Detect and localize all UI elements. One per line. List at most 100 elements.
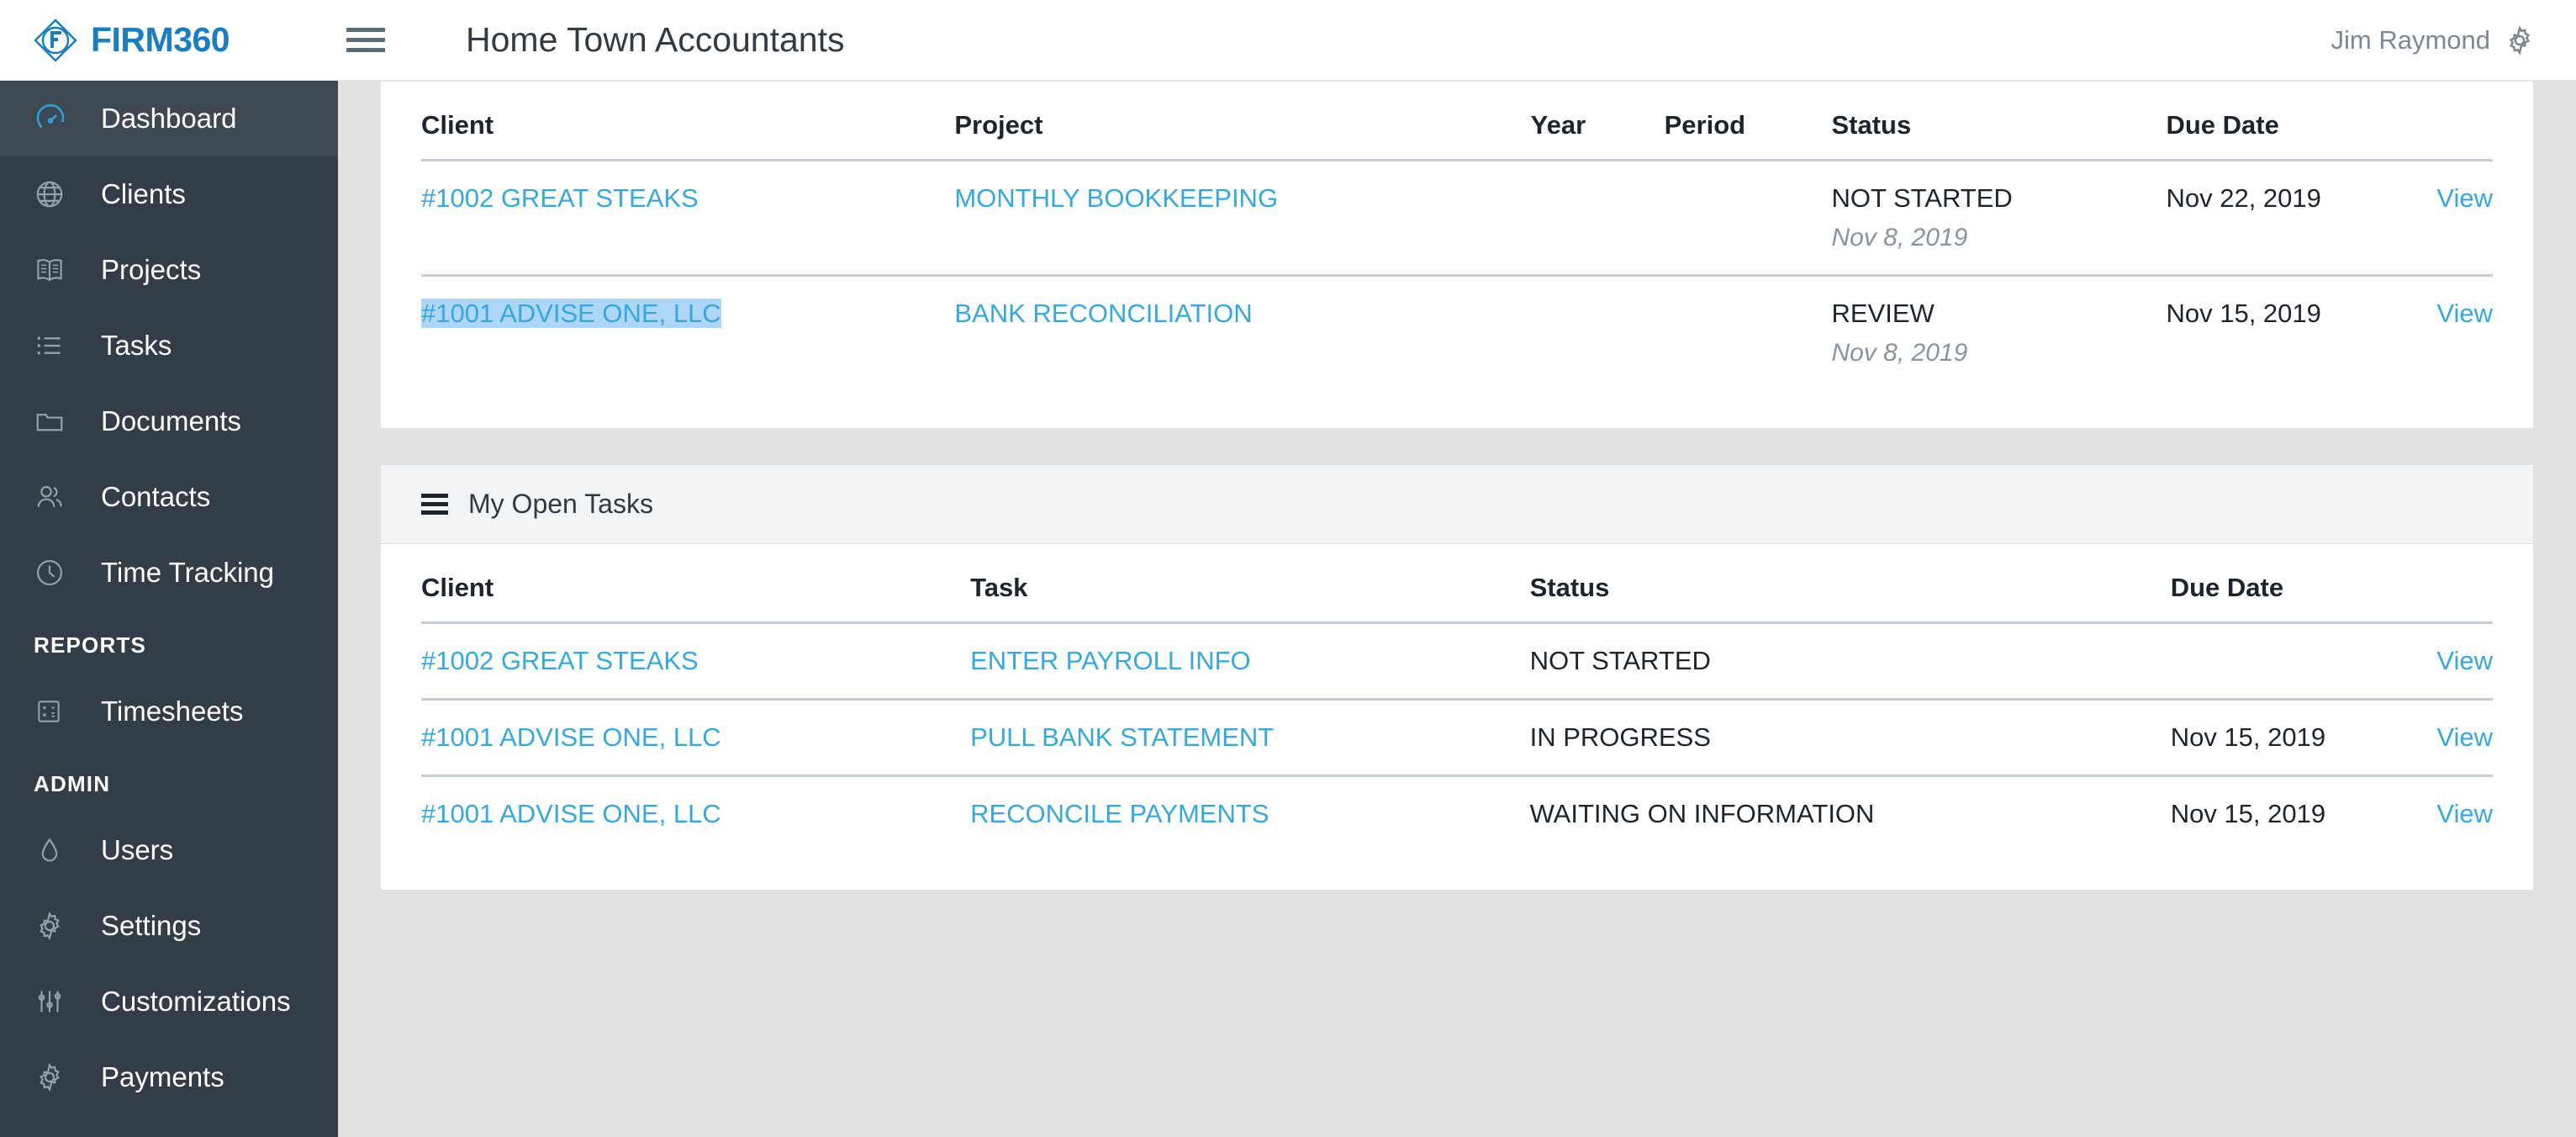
sidebar-item-label: Payments xyxy=(101,1061,224,1092)
sidebar-item-time-tracking[interactable]: Time Tracking xyxy=(0,535,338,611)
list-icon xyxy=(421,489,448,519)
sidebar-item-timesheets[interactable]: Timesheets xyxy=(0,674,338,749)
sidebar-item-label: Dashboard xyxy=(101,103,237,134)
hamburger-icon[interactable] xyxy=(346,22,385,58)
tasks-table-container: Client Task Status Due Date #1002 GREAT … xyxy=(381,544,2533,890)
cell-year xyxy=(1531,276,1665,390)
clock-icon xyxy=(34,557,79,589)
table-row: #1002 GREAT STEAKS ENTER PAYROLL INFO NO… xyxy=(421,622,2493,701)
open-tasks-header: My Open Tasks xyxy=(381,465,2533,544)
column-header-status: Status xyxy=(1831,82,2167,161)
main-content: Client Project Year Period Status Due Da… xyxy=(338,81,2576,1137)
column-header-client: Client xyxy=(421,82,955,161)
client-link[interactable]: #1002 GREAT STEAKS xyxy=(421,646,699,675)
column-header-period: Period xyxy=(1664,82,1832,161)
project-link[interactable]: BANK RECONCILIATION xyxy=(954,299,1252,328)
sidebar-item-projects[interactable]: Projects xyxy=(0,232,338,308)
sidebar-item-clients[interactable]: Clients xyxy=(0,156,338,232)
column-header-due-date: Due Date xyxy=(2170,544,2394,624)
client-link[interactable]: #1001 ADVISE ONE, LLC xyxy=(421,722,721,752)
column-header-actions xyxy=(2392,82,2493,161)
app-root: FIRM360 Home Town Accountants Jim Raymon… xyxy=(0,0,2576,1137)
table-header-row: Client Task Status Due Date xyxy=(421,544,2493,624)
status-badge: NOT STARTED xyxy=(1831,183,2013,213)
status-date: Nov 8, 2019 xyxy=(1831,339,1968,367)
cell-period xyxy=(1665,276,1832,390)
table-row: #1002 GREAT STEAKS MONTHLY BOOKKEEPING N… xyxy=(421,160,2493,277)
sidebar-section-admin: ADMIN xyxy=(34,771,111,796)
column-header-due-date: Due Date xyxy=(2166,82,2393,161)
client-link[interactable]: #1001 ADVISE ONE, LLC xyxy=(421,799,721,828)
contacts-icon xyxy=(34,481,79,513)
sidebar-item-settings[interactable]: Settings xyxy=(0,888,338,964)
book-icon xyxy=(34,254,79,286)
list-icon-bar xyxy=(421,510,448,515)
sidebar-item-customizations[interactable]: Customizations xyxy=(0,964,338,1039)
projects-table: Client Project Year Period Status Due Da… xyxy=(421,82,2493,389)
cell-due-date: Nov 22, 2019 xyxy=(2166,160,2393,277)
cell-due-date: Nov 15, 2019 xyxy=(2170,799,2326,828)
cell-due-date: Nov 15, 2019 xyxy=(2166,299,2321,328)
table-row: #1001 ADVISE ONE, LLC RECONCILE PAYMENTS… xyxy=(421,776,2493,852)
topbar-right: Jim Raymond xyxy=(2331,24,2576,56)
view-link[interactable]: View xyxy=(2436,299,2493,328)
sidebar-item-payments[interactable]: Payments xyxy=(0,1039,338,1115)
projects-table-container: Client Project Year Period Status Due Da… xyxy=(381,82,2533,428)
list-icon-bar xyxy=(421,502,448,506)
brand-name: FIRM360 xyxy=(91,20,230,59)
sidebar-item-label: Timesheets xyxy=(101,695,244,727)
sidebar-item-label: Tasks xyxy=(101,330,172,361)
client-link[interactable]: #1001 ADVISE ONE, LLC xyxy=(421,299,721,328)
sidebar: Dashboard Clients Projects Tasks Documen… xyxy=(0,81,338,1137)
sidebar-item-dashboard[interactable]: Dashboard xyxy=(0,81,338,156)
globe-icon xyxy=(34,178,79,210)
project-link[interactable]: MONTHLY BOOKKEEPING xyxy=(954,183,1278,213)
view-link[interactable]: View xyxy=(2436,799,2493,828)
gear-icon[interactable] xyxy=(2504,24,2536,56)
task-link[interactable]: PULL BANK STATEMENT xyxy=(970,722,1274,752)
sidebar-item-label: Documents xyxy=(101,405,241,436)
cell-year xyxy=(1530,160,1665,277)
sidebar-item-documents[interactable]: Documents xyxy=(0,383,338,459)
gear-icon xyxy=(34,1061,79,1093)
speedometer-icon xyxy=(34,102,79,135)
task-link[interactable]: RECONCILE PAYMENTS xyxy=(970,799,1269,828)
hamburger-bar xyxy=(346,38,385,42)
sidebar-section-reports: REPORTS xyxy=(34,632,147,658)
status-badge: NOT STARTED xyxy=(1529,622,2171,701)
cell-period xyxy=(1664,160,1832,277)
view-link[interactable]: View xyxy=(2436,646,2493,675)
projects-panel: Client Project Year Period Status Due Da… xyxy=(380,81,2534,429)
column-header-task: Task xyxy=(970,544,1530,624)
tasks-table: Client Task Status Due Date #1002 GREAT … xyxy=(421,544,2493,851)
client-link[interactable]: #1002 GREAT STEAKS xyxy=(421,183,699,213)
sidebar-item-contacts[interactable]: Contacts xyxy=(0,459,338,535)
sidebar-item-label: Time Tracking xyxy=(101,557,274,588)
view-link[interactable]: View xyxy=(2436,722,2493,752)
status-badge: REVIEW xyxy=(1831,299,1935,328)
column-header-project: Project xyxy=(954,82,1531,161)
hamburger-bar xyxy=(346,28,385,32)
table-row: #1001 ADVISE ONE, LLC BANK RECONCILIATIO… xyxy=(421,276,2493,390)
sidebar-item-label: Customizations xyxy=(101,986,291,1017)
brand-logo[interactable]: FIRM360 xyxy=(0,18,338,62)
open-tasks-panel: My Open Tasks Client Task Status Due Dat… xyxy=(380,464,2534,891)
view-link[interactable]: View xyxy=(2436,183,2493,213)
page-title: Home Town Accountants xyxy=(466,20,845,59)
task-link[interactable]: ENTER PAYROLL INFO xyxy=(970,646,1251,675)
cell-due-date xyxy=(2170,622,2394,701)
open-tasks-title: My Open Tasks xyxy=(468,489,653,519)
gear-icon xyxy=(34,910,79,942)
sidebar-item-tasks[interactable]: Tasks xyxy=(0,308,338,383)
table-row: #1001 ADVISE ONE, LLC PULL BANK STATEMEN… xyxy=(421,699,2493,777)
list-icon xyxy=(34,330,79,362)
column-header-status: Status xyxy=(1529,544,2171,624)
status-badge: WAITING ON INFORMATION xyxy=(1529,799,1875,828)
column-header-year: Year xyxy=(1530,82,1665,161)
user-name[interactable]: Jim Raymond xyxy=(2331,25,2491,56)
sidebar-item-label: Clients xyxy=(101,178,186,209)
status-badge: IN PROGRESS xyxy=(1529,699,2171,777)
sidebar-item-label: Users xyxy=(101,834,174,865)
column-header-client: Client xyxy=(421,544,971,624)
sidebar-item-users[interactable]: Users xyxy=(0,812,338,888)
